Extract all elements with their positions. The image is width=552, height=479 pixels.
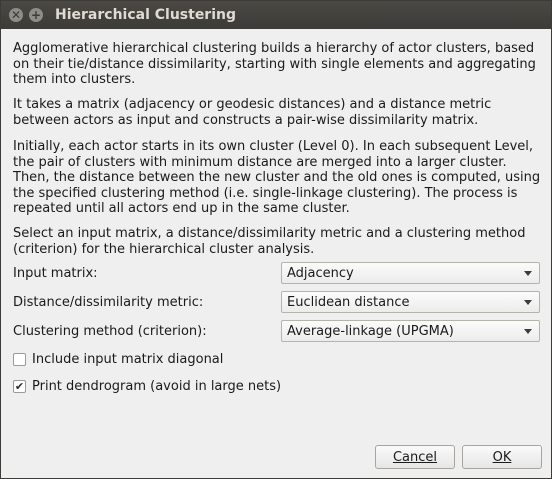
chevron-down-icon — [524, 299, 532, 305]
input-matrix-row: Input matrix: Adjacency — [13, 261, 541, 285]
input-matrix-value: Adjacency — [287, 265, 354, 281]
diagonal-label: Include input matrix diagonal — [32, 352, 224, 367]
description-paragraph-2: It takes a matrix (adjacency or geodesic… — [13, 97, 492, 128]
dialog-window: ✕ + Hierarchical Clustering Agglomerativ… — [0, 0, 552, 479]
title-bar: ✕ + Hierarchical Clustering — [1, 1, 551, 29]
method-value: Average-linkage (UPGMA) — [287, 323, 454, 339]
ok-button[interactable]: OK — [462, 445, 542, 469]
chevron-down-icon — [524, 270, 532, 276]
cancel-button-label: Cancel — [392, 449, 438, 465]
description-paragraph-4: Select an input matrix, a distance/dissi… — [13, 226, 526, 257]
dendrogram-checkbox[interactable]: ✔ — [13, 380, 26, 393]
description-paragraph-3: Initially, each actor starts in its own … — [13, 139, 541, 216]
metric-value: Euclidean distance — [287, 294, 410, 310]
ok-button-label: OK — [492, 449, 512, 465]
cancel-button[interactable]: Cancel — [375, 445, 455, 469]
metric-row: Distance/dissimilarity metric: Euclidean… — [13, 290, 541, 314]
method-row: Clustering method (criterion): Average-l… — [13, 319, 541, 343]
chevron-down-icon — [524, 328, 532, 334]
method-select[interactable]: Average-linkage (UPGMA) — [281, 320, 540, 342]
diagonal-checkbox-row[interactable]: Include input matrix diagonal — [13, 352, 223, 367]
close-icon[interactable]: ✕ — [9, 8, 23, 22]
maximize-icon[interactable]: + — [29, 8, 43, 22]
dendrogram-label: Print dendrogram (avoid in large nets) — [32, 379, 282, 394]
description-paragraph-1: Agglomerative hierarchical clustering bu… — [13, 41, 536, 87]
diagonal-checkbox[interactable] — [13, 353, 26, 366]
window-title: Hierarchical Clustering — [55, 7, 237, 23]
dendrogram-checkbox-row[interactable]: ✔ Print dendrogram (avoid in large nets) — [13, 379, 281, 394]
input-matrix-select[interactable]: Adjacency — [281, 262, 540, 284]
metric-select[interactable]: Euclidean distance — [281, 291, 540, 313]
